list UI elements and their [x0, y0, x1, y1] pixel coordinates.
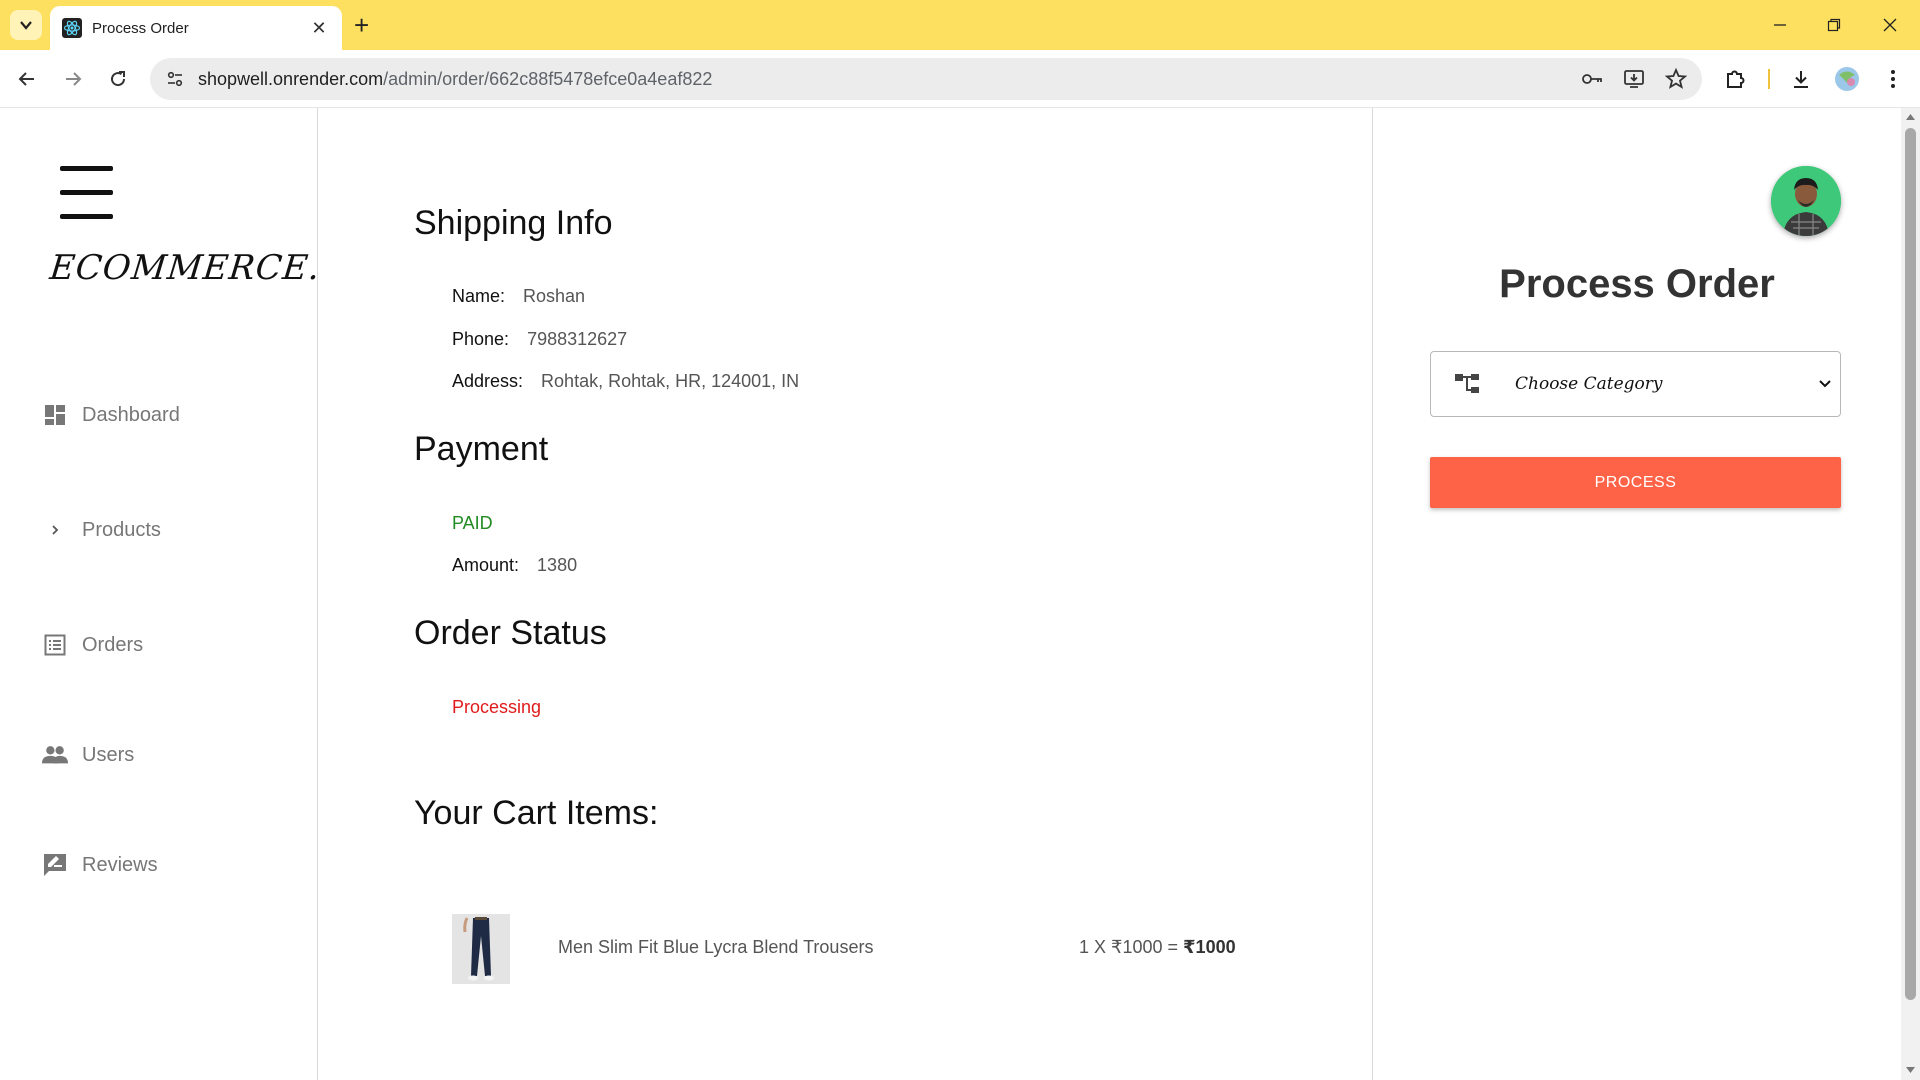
react-favicon-icon [62, 18, 82, 38]
tab-close-icon[interactable]: ✕ [308, 18, 330, 39]
chevron-down-icon [20, 21, 32, 30]
shipping-info-heading: Shipping Info [414, 204, 613, 242]
kebab-menu-icon [1891, 70, 1895, 88]
back-button[interactable] [12, 64, 42, 94]
cart-item-price: 1 X ₹1000 = ₹1000 [1079, 937, 1236, 957]
chevron-right-icon [42, 517, 68, 543]
forward-button[interactable] [58, 64, 88, 94]
sidebar-item-label: Orders [82, 633, 144, 656]
order-status-heading: Order Status [414, 614, 607, 652]
reload-button[interactable] [103, 64, 133, 94]
toolbar-separator [1768, 69, 1770, 89]
browser-toolbar: shopwell.onrender.com/admin/order/662c88… [0, 50, 1920, 108]
download-icon [1794, 71, 1808, 88]
order-status-value: Processing [452, 697, 542, 717]
scroll-down-arrow-icon[interactable] [1905, 1066, 1916, 1074]
reload-icon [111, 71, 126, 87]
site-settings-icon[interactable] [164, 68, 186, 90]
phone-value: 7988312627 [527, 329, 628, 349]
downloads-button[interactable] [1786, 64, 1816, 94]
url-text: shopwell.onrender.com/admin/order/662c88… [198, 68, 713, 89]
category-select[interactable]: Choose Category [1430, 351, 1841, 417]
address-value: Rohtak, Rohtak, HR, 124001, IN [541, 371, 800, 391]
cart-item-name-link[interactable]: Men Slim Fit Blue Lycra Blend Trousers [558, 937, 873, 958]
install-app-icon[interactable] [1622, 67, 1646, 91]
payment-status: PAID [452, 513, 493, 533]
account-tree-icon [1455, 374, 1479, 393]
dashboard-icon [42, 402, 68, 428]
sidebar-item-orders[interactable]: Orders [42, 630, 143, 660]
address-bar[interactable]: shopwell.onrender.com/admin/order/662c88… [150, 58, 1702, 100]
bookmark-star-icon[interactable] [1664, 67, 1688, 91]
people-icon [42, 742, 68, 768]
admin-sidebar: ECOMMERCE. Dashboard Products Orders Use… [0, 108, 323, 1080]
arrow-right-icon [66, 72, 82, 86]
amount-value: 1380 [537, 555, 578, 575]
payment-amount-row: Amount: 1380 [452, 555, 577, 576]
user-avatar[interactable] [1771, 166, 1841, 236]
page: ECOMMERCE. Dashboard Products Orders Use… [0, 108, 1920, 1080]
process-order-title: Process Order [1499, 262, 1775, 306]
rate-review-icon [42, 852, 68, 878]
process-order-panel: Process Order Choose Category PROCESS [1373, 108, 1901, 1080]
profile-avatar-icon [1835, 67, 1859, 91]
new-tab-button[interactable]: + [354, 10, 369, 40]
extensions-button[interactable] [1720, 64, 1750, 94]
sidebar-item-label: Users [82, 743, 135, 766]
name-value: Roshan [523, 286, 586, 306]
restore-button[interactable] [1814, 10, 1854, 40]
page-scrollbar[interactable] [1901, 108, 1920, 1080]
cart-items-heading: Your Cart Items: [414, 794, 659, 832]
tab-search-button[interactable] [10, 10, 42, 40]
name-label: Name: [452, 286, 506, 306]
scrollbar-thumb[interactable] [1905, 128, 1916, 1000]
shipping-address-row: Address: Rohtak, Rohtak, HR, 124001, IN [452, 371, 799, 392]
sidebar-item-reviews[interactable]: Reviews [42, 850, 158, 880]
tab-title: Process Order [92, 19, 189, 37]
browser-tab-strip: Process Order ✕ + [0, 0, 1920, 50]
profile-button[interactable] [1832, 64, 1862, 94]
browser-menu-button[interactable] [1878, 64, 1908, 94]
product-thumbnail [452, 914, 510, 984]
puzzle-icon [1727, 70, 1745, 88]
shipping-phone-row: Phone: 7988312627 [452, 329, 627, 350]
address-label: Address: [452, 371, 524, 391]
amount-label: Amount: [452, 555, 520, 575]
restore-icon [1827, 18, 1841, 32]
sidebar-item-label: Reviews [82, 853, 158, 876]
minimize-icon [1774, 24, 1786, 26]
sidebar-item-users[interactable]: Users [42, 740, 134, 770]
sidebar-item-label: Products [82, 518, 161, 541]
arrow-left-icon [18, 72, 34, 86]
chevron-down-icon [1810, 379, 1840, 389]
shipping-name-row: Name: Roshan [452, 286, 585, 307]
close-window-button[interactable] [1870, 10, 1910, 40]
phone-label: Phone: [452, 329, 510, 349]
hamburger-menu-icon[interactable] [60, 166, 114, 219]
sidebar-item-products[interactable]: Products [42, 515, 161, 545]
category-select-value: Choose Category [1515, 374, 1663, 394]
password-key-icon[interactable] [1580, 67, 1604, 91]
brand-logo[interactable]: ECOMMERCE. [48, 248, 323, 288]
browser-tab[interactable]: Process Order ✕ [50, 6, 342, 50]
sidebar-item-label: Dashboard [82, 403, 180, 426]
order-details: Shipping Info Name: Roshan Phone: 798831… [318, 108, 1373, 1080]
sidebar-item-dashboard[interactable]: Dashboard [42, 400, 180, 430]
list-icon [42, 632, 68, 658]
minimize-button[interactable] [1760, 10, 1800, 40]
scroll-up-arrow-icon[interactable] [1905, 113, 1916, 121]
cart-item-total: ₹1000 [1183, 937, 1236, 957]
process-button[interactable]: PROCESS [1430, 457, 1841, 508]
payment-heading: Payment [414, 430, 549, 468]
close-icon [1883, 18, 1897, 32]
